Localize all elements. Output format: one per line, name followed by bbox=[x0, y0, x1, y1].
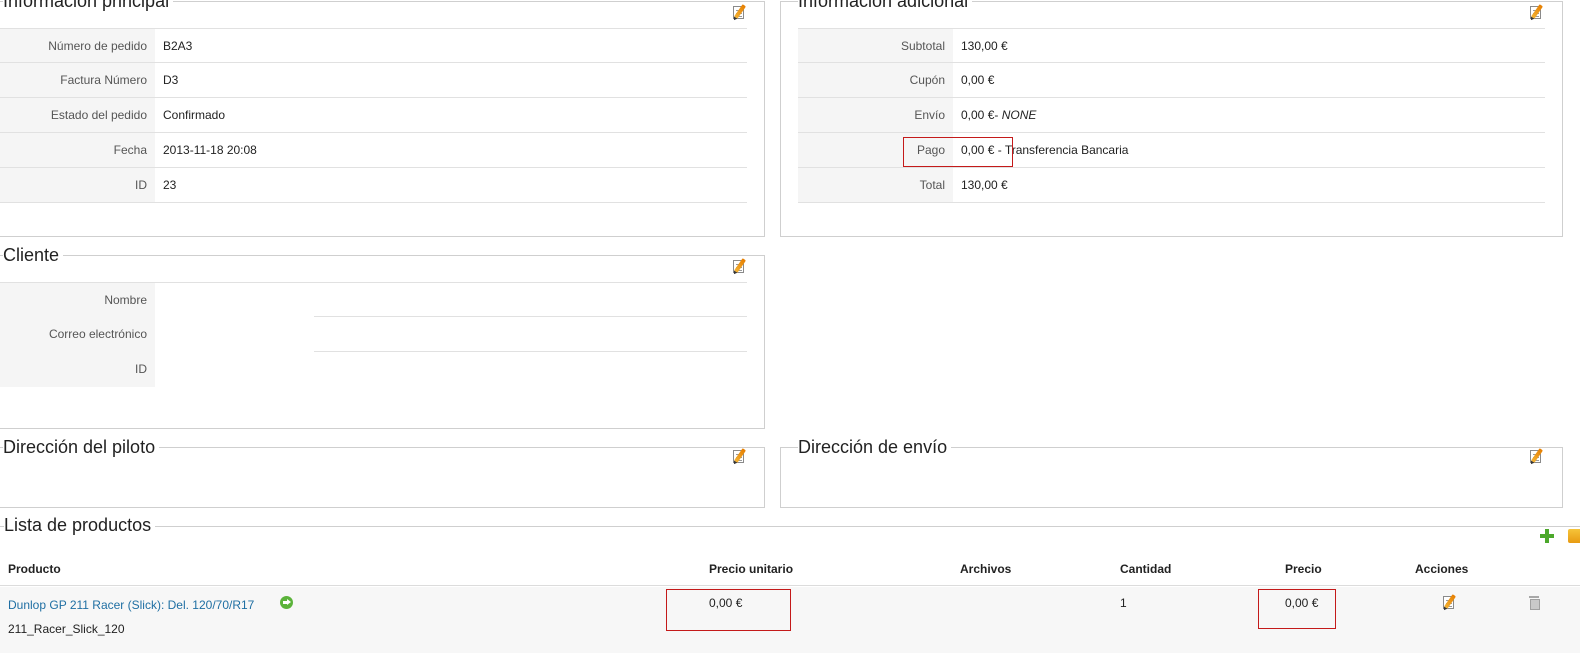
row-label: Cupón bbox=[798, 63, 953, 97]
products-divider bbox=[0, 526, 1580, 527]
row-label: Fecha bbox=[0, 133, 155, 167]
edit-icon[interactable] bbox=[1529, 4, 1545, 20]
payment-method: - Transferencia Bancaria bbox=[994, 143, 1129, 157]
highlight-box-unit-price bbox=[666, 589, 791, 631]
row-value: 130,00 € bbox=[961, 39, 1008, 53]
product-code: 211_Racer_Slick_120 bbox=[8, 622, 125, 636]
customer-panel: Cliente Nombre Correo electrónico ID bbox=[0, 245, 765, 429]
row-value: 0,00 €- NONE bbox=[953, 98, 1036, 132]
info-row-subtotal: Subtotal 130,00 € bbox=[798, 28, 1545, 63]
arrow-right-circle-icon[interactable] bbox=[280, 596, 293, 609]
shipping-amount: 0,00 € bbox=[961, 108, 995, 122]
product-name-link[interactable]: Dunlop GP 211 Racer (Slick): Del. 120/70… bbox=[8, 598, 254, 612]
row-value: 2013-11-18 20:08 bbox=[163, 143, 257, 157]
info-row-name: Nombre bbox=[0, 282, 747, 317]
edit-icon[interactable] bbox=[732, 258, 748, 274]
row-label: Nombre bbox=[0, 283, 155, 317]
divider bbox=[314, 351, 747, 352]
row-label: Envío bbox=[798, 98, 953, 132]
row-label: ID bbox=[0, 352, 155, 387]
shipping-address-panel: Dirección de envío bbox=[780, 437, 1563, 508]
quantity-value: 1 bbox=[1120, 596, 1127, 610]
info-row-id: ID 23 bbox=[0, 168, 747, 203]
pilot-address-title: Dirección del piloto bbox=[3, 437, 160, 457]
info-row-shipping: Envío 0,00 €- NONE bbox=[798, 98, 1545, 133]
customer-rows: Nombre Correo electrónico ID bbox=[0, 282, 747, 387]
shipping-address-title: Dirección de envío bbox=[798, 437, 952, 457]
row-label: ID bbox=[0, 168, 155, 202]
header-files[interactable]: Archivos bbox=[960, 562, 1011, 576]
row-label: Factura Número bbox=[0, 63, 155, 97]
row-label: Subtotal bbox=[798, 29, 953, 62]
row-value bbox=[155, 352, 163, 387]
row-label: Correo electrónico bbox=[0, 317, 155, 352]
edit-icon[interactable] bbox=[1529, 448, 1545, 464]
pilot-address-panel: Dirección del piloto bbox=[0, 437, 765, 508]
info-row-email: Correo electrónico bbox=[0, 317, 747, 352]
additional-info-panel: Información adicional Subtotal 130,00 € … bbox=[780, 0, 1563, 237]
row-value bbox=[155, 317, 163, 352]
customer-title: Cliente bbox=[3, 245, 64, 265]
main-info-rows: Número de pedido B2A3 Factura Número D3 … bbox=[0, 28, 747, 203]
shipping-separator: - bbox=[994, 108, 1002, 122]
info-row-coupon: Cupón 0,00 € bbox=[798, 63, 1545, 98]
main-info-title: Información principal bbox=[3, 0, 174, 11]
row-label: Total bbox=[798, 168, 953, 202]
info-row-date: Fecha 2013-11-18 20:08 bbox=[0, 133, 747, 168]
row-value: 23 bbox=[163, 178, 177, 192]
edit-icon[interactable] bbox=[732, 4, 748, 20]
info-row-total: Total 130,00 € bbox=[798, 168, 1545, 203]
divider bbox=[314, 316, 747, 317]
row-value: 0,00 € bbox=[961, 73, 995, 87]
info-row-customer-id: ID bbox=[0, 352, 747, 387]
info-row-order-number: Número de pedido B2A3 bbox=[0, 28, 747, 63]
header-quantity[interactable]: Cantidad bbox=[1120, 562, 1171, 576]
products-title: Lista de productos bbox=[4, 515, 156, 536]
trash-icon[interactable] bbox=[1529, 596, 1540, 610]
header-actions: Acciones bbox=[1415, 562, 1469, 576]
row-value: B2A3 bbox=[163, 39, 193, 53]
additional-info-title: Información adicional bbox=[798, 0, 973, 11]
row-value: Confirmado bbox=[163, 108, 226, 122]
info-row-invoice-number: Factura Número D3 bbox=[0, 63, 747, 98]
header-unit-price[interactable]: Precio unitario bbox=[709, 562, 793, 576]
row-value: D3 bbox=[163, 73, 179, 87]
main-info-panel: Información principal Número de pedido B… bbox=[0, 0, 765, 237]
header-product[interactable]: Producto bbox=[8, 562, 61, 576]
highlight-box-price bbox=[1258, 589, 1336, 629]
header-price[interactable]: Precio bbox=[1285, 562, 1322, 576]
add-product-icon[interactable] bbox=[1540, 529, 1554, 543]
highlight-box-payment bbox=[903, 137, 1013, 167]
row-value: 130,00 € bbox=[961, 178, 1008, 192]
additional-info-rows: Subtotal 130,00 € Cupón 0,00 € Envío 0,0… bbox=[798, 28, 1545, 203]
edit-icon[interactable] bbox=[1442, 594, 1458, 610]
info-row-order-status: Estado del pedido Confirmado bbox=[0, 98, 747, 133]
shipping-method: NONE bbox=[1001, 108, 1037, 122]
row-label: Estado del pedido bbox=[0, 98, 155, 132]
row-label: Número de pedido bbox=[0, 29, 155, 62]
edit-icon[interactable] bbox=[732, 448, 748, 464]
row-value bbox=[155, 283, 163, 317]
products-table-header: Producto Precio unitario Archivos Cantid… bbox=[0, 558, 1580, 586]
package-icon[interactable] bbox=[1568, 529, 1580, 543]
